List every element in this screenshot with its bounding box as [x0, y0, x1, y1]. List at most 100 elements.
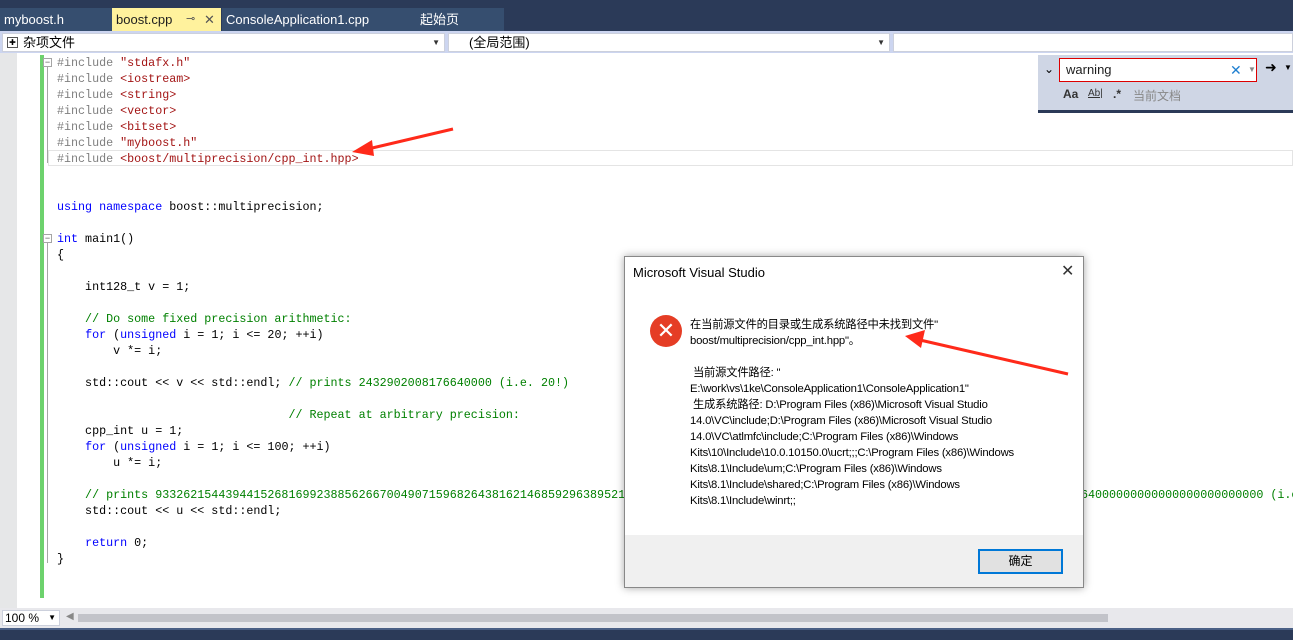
tab-label: 起始页 — [420, 12, 460, 27]
code-token: #include — [57, 136, 121, 150]
chevron-down-icon: ▼ — [48, 613, 56, 622]
status-bar — [0, 628, 1293, 640]
code-token: ( — [106, 440, 121, 454]
code-line: #include "myboost.h" — [57, 135, 1293, 151]
search-scope[interactable]: 当前文档 — [1133, 87, 1181, 104]
match-case-icon[interactable]: Aa — [1063, 87, 1078, 101]
tab-label: myboost.h — [4, 12, 64, 27]
code-token: return — [85, 536, 128, 550]
find-value: warning — [1066, 62, 1112, 77]
tab-myboost-h[interactable]: myboost.h — [0, 8, 112, 31]
code-token: cpp_int u = 1; — [57, 424, 184, 438]
find-panel: ⌄ warning ✕ ▼ ➜ ▼ Aa Ab| .* 当前文档 — [1038, 55, 1293, 113]
chevron-down-icon: ▼ — [432, 38, 440, 47]
tab-label: ConsoleApplication1.cpp — [226, 12, 370, 27]
scroll-left-icon[interactable]: ◀ — [66, 611, 74, 622]
outline-line — [47, 243, 48, 563]
member-dropdown[interactable] — [893, 33, 1293, 52]
dialog-footer: 确定 — [625, 535, 1083, 587]
code-token: <vector> — [120, 104, 177, 118]
code-token: v *= i; — [57, 344, 163, 358]
ok-button[interactable]: 确定 — [978, 549, 1063, 574]
code-token: // prints 2432902008176640000 (i.e. 20!) — [288, 376, 569, 390]
document-tab-bar: myboost.h boost.cpp ⊸ ✕ ConsoleApplication… — [0, 8, 1293, 31]
collapse-icon[interactable]: − — [43, 58, 52, 67]
code-token: #include — [57, 152, 121, 166]
code-line: #include <bitset> — [57, 119, 1293, 135]
title-strip — [0, 0, 1293, 8]
code-token: unsigned — [120, 328, 177, 342]
find-next-icon[interactable]: ➜ — [1265, 59, 1277, 76]
code-token: std::cout << v << std::endl; — [57, 376, 289, 390]
zoom-dropdown[interactable]: 100 % ▼ — [2, 610, 60, 626]
code-token: unsigned — [120, 440, 177, 454]
dialog-message: 在当前源文件的目录或生成系统路径中未找到文件" boost/multipreci… — [690, 319, 1014, 507]
find-input[interactable]: warning ✕ ▼ — [1059, 58, 1257, 82]
code-token: boost::multiprecision; — [162, 200, 324, 214]
code-token: for — [85, 440, 107, 454]
chevron-down-icon[interactable]: ▼ — [1284, 63, 1292, 72]
code-token: <bitset> — [120, 120, 177, 134]
code-token: std::cout << u << std::endl; — [57, 504, 282, 518]
code-token: #include — [57, 72, 121, 86]
clear-icon[interactable]: ✕ — [1230, 59, 1242, 81]
code-token: "stdafx.h" — [120, 56, 191, 70]
outline-line — [47, 67, 48, 163]
code-token: // Repeat at arbitrary precision: — [57, 408, 520, 422]
error-dialog: Microsoft Visual Studio ✕ ✕ 在当前源文件的目录或生成… — [624, 256, 1084, 588]
code-token: #include — [57, 56, 121, 70]
error-icon: ✕ — [650, 315, 682, 347]
code-token: i = 1; i <= 20; ++i) — [176, 328, 324, 342]
code-token: { — [57, 248, 65, 262]
code-token: ( — [106, 328, 121, 342]
code-token: int — [57, 232, 79, 246]
project-icon: ✚ — [7, 37, 18, 48]
chevron-down-icon[interactable]: ▼ — [1248, 59, 1256, 81]
project-dropdown[interactable]: ✚ 杂项文件 ▼ — [2, 33, 445, 52]
code-line: using namespace boost::multiprecision; — [57, 199, 1293, 215]
horizontal-scrollbar[interactable] — [78, 614, 1108, 622]
collapse-icon[interactable]: − — [43, 234, 52, 243]
code-token: using namespace — [57, 200, 163, 214]
close-icon[interactable]: ✕ — [204, 8, 215, 31]
code-line: int main1() — [57, 231, 1293, 247]
code-token: #include — [57, 120, 121, 134]
editor-bottom-bar: 100 % ▼ ◀ — [0, 608, 1293, 628]
expand-replace-toggle[interactable]: ⌄ — [1044, 62, 1054, 76]
scope-dropdown[interactable]: (全局范围) ▼ — [448, 33, 890, 52]
code-token: <string> — [120, 88, 177, 102]
dialog-title: Microsoft Visual Studio — [633, 265, 765, 280]
pin-icon[interactable]: ⊸ — [186, 8, 195, 31]
code-token: // Do some fixed precision arithmetic: — [57, 312, 352, 326]
code-token: main1() — [78, 232, 135, 246]
match-whole-word-icon[interactable]: Ab| — [1088, 88, 1103, 99]
navigation-bar: ✚ 杂项文件 ▼ (全局范围) ▼ — [0, 31, 1293, 53]
code-token: int128_t v = 1; — [57, 280, 191, 294]
tab-boost-cpp[interactable]: boost.cpp ⊸ ✕ — [112, 8, 221, 31]
code-line: #include <boost/multiprecision/cpp_int.h… — [57, 151, 1293, 167]
code-token: u *= i; — [57, 456, 163, 470]
code-token: } — [57, 552, 65, 566]
code-token: 0; — [127, 536, 149, 550]
scope-name: (全局范围) — [469, 35, 530, 50]
code-token: <boost/multiprecision/cpp_int.hpp> — [120, 152, 359, 166]
code-token: "myboost.h" — [120, 136, 198, 150]
tab-consoleapplication1-cpp[interactable]: ConsoleApplication1.cpp — [222, 8, 402, 31]
tab-start-page[interactable]: 起始页 — [402, 8, 504, 31]
code-token: #include — [57, 88, 121, 102]
code-token: i = 1; i <= 100; ++i) — [176, 440, 331, 454]
code-token: for — [85, 328, 107, 342]
indicator-margin — [0, 53, 17, 608]
close-icon[interactable]: ✕ — [1061, 261, 1074, 281]
code-token: <iostream> — [120, 72, 191, 86]
change-tracking-bar — [40, 55, 44, 598]
zoom-level: 100 % — [5, 611, 40, 625]
project-name: 杂项文件 — [23, 35, 76, 50]
tab-label: boost.cpp — [116, 12, 173, 27]
regex-icon[interactable]: .* — [1113, 87, 1121, 101]
